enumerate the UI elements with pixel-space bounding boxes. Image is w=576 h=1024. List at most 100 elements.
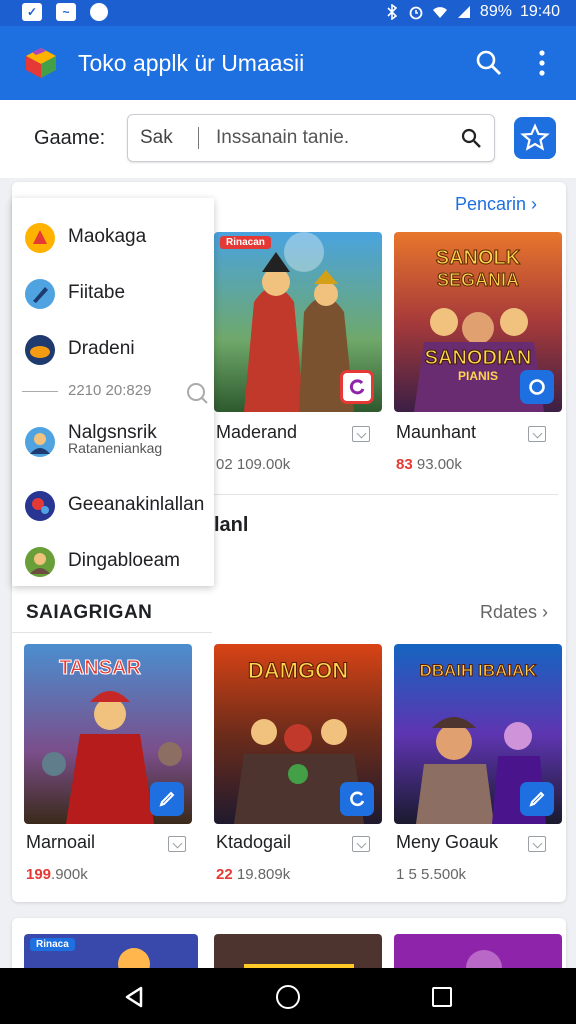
search-box[interactable]: Inssanain tanie. (127, 114, 495, 162)
sync-notification-icon (90, 3, 108, 21)
meta-downloads: 1 5 5.500k (396, 866, 467, 883)
tag-icon (25, 223, 55, 253)
game-name-maunhant[interactable]: Maunhant (396, 422, 476, 443)
menu-item-fiitabe[interactable]: Fiitabe (12, 268, 214, 318)
chart-notification-icon: ~ (56, 3, 76, 21)
pencil-icon (25, 279, 55, 309)
meta-downloads: 02 109.00k (216, 456, 291, 473)
game-name-maderand[interactable]: Maderand (216, 422, 297, 443)
tile-options-icon[interactable] (528, 426, 546, 442)
svg-text:SANODIAN: SANODIAN (425, 347, 532, 369)
planet-icon (25, 491, 55, 521)
game-meta-maderand: 02 109.00k (216, 456, 290, 473)
svg-text:SEGANIA: SEGANIA (437, 270, 519, 290)
search-icon[interactable] (474, 48, 504, 78)
tile-options-icon[interactable] (352, 426, 370, 442)
menu-item-nalgsnsrik[interactable]: Nalgsnsrik Rataneniankag (12, 416, 214, 466)
menu-item-label: Dradeni (68, 338, 135, 359)
more-link-label: Rdates (480, 602, 538, 622)
menu-item-label: Geeanakinlallan (68, 494, 205, 515)
search-divider (198, 127, 199, 149)
divider (212, 494, 558, 495)
game-art-marnoail[interactable]: TANSAR (24, 644, 192, 824)
menu-item-dradeni[interactable]: Dradeni (12, 324, 214, 374)
notification-icon: ✓ (22, 3, 42, 21)
more-link-section2[interactable]: Rdates › (480, 602, 548, 623)
game-meta-meny-goauk: 1 5 5.500k (396, 866, 466, 883)
more-link-label: Pencarin (455, 194, 527, 214)
meta-rating: 22 (216, 866, 233, 883)
meta-downloads: 93.00k (416, 456, 462, 473)
art-title: TANSAR (59, 657, 141, 679)
svg-text:SANOLK: SANOLK (436, 247, 521, 269)
game-meta-ktadogail: 22 19.809k (216, 866, 290, 883)
refresh-icon (340, 370, 374, 404)
character-icon (25, 547, 55, 577)
bluetooth-icon (387, 4, 398, 20)
favorite-filter-button[interactable] (514, 117, 556, 159)
clock: 19:40 (519, 3, 560, 20)
search-field-icon[interactable] (460, 127, 482, 149)
alarm-icon (409, 6, 423, 20)
art-title: DBAIH IBAIAK (419, 661, 537, 680)
tile-options-icon[interactable] (168, 836, 186, 852)
divider (12, 632, 212, 633)
game-meta-marnoail: 199.900k (26, 866, 88, 883)
avatar-icon (25, 427, 55, 457)
game-art-meny-goauk[interactable]: DBAIH IBAIAK (394, 644, 562, 824)
refresh-icon (340, 782, 374, 816)
tile-options-icon[interactable] (352, 836, 370, 852)
game-icon (25, 335, 55, 365)
menu-item-geeanakinlallan[interactable]: Geeanakinlallan (12, 480, 214, 530)
menu-item-label: Maokaga (68, 226, 147, 247)
app-logo-icon (26, 48, 56, 78)
system-nav-bar (0, 968, 576, 1024)
filter-label: Gaame: (34, 127, 106, 149)
app-screen: ✓ ~ 89% 19:40 Toko applk ür Umaasii Gaam… (0, 0, 576, 1024)
tile-tag: Rinaca (30, 938, 75, 951)
section-heading-partial: lanl (214, 514, 249, 536)
pen-icon (150, 782, 184, 816)
game-art-ktadogail[interactable]: DAMGON (214, 644, 382, 824)
wifi-icon (432, 7, 447, 18)
menu-item-maokaga[interactable]: Maokaga (12, 212, 214, 262)
section-title: SAIAGRIGAN (26, 602, 153, 623)
art-title: DAMGON (248, 658, 348, 683)
home-icon[interactable] (276, 985, 300, 1009)
sync-icon (520, 370, 554, 404)
game-name-ktadogail[interactable]: Ktadogail (216, 832, 291, 853)
tile-tag: Rinacan (220, 236, 271, 249)
menu-item-label: Fiitabe (68, 282, 126, 303)
signal-icon (457, 6, 470, 18)
filter-row: Gaame: Inssanain tanie. (0, 100, 576, 178)
tile-options-icon[interactable] (528, 836, 546, 852)
game-name-marnoail[interactable]: Marnoail (26, 832, 95, 853)
meta-rating: 83 (396, 456, 413, 473)
status-bar: ✓ ~ 89% 19:40 (0, 0, 576, 26)
meta-downloads: 19.809k (236, 866, 291, 883)
game-art-maderand[interactable]: Rinacan (214, 232, 382, 412)
category-menu: Maokaga Fiitabe Dradeni 2210 20:829 Nalg… (12, 198, 214, 586)
meta-rating: 199 (26, 866, 52, 883)
meta-downloads: .900k (51, 866, 88, 883)
menu-item-label: Dingabloeam (68, 550, 180, 571)
menu-item-dingabloeam[interactable]: Dingabloeam (12, 536, 214, 586)
app-title: Toko applk ür Umaasii (78, 50, 305, 76)
game-name-meny-goauk[interactable]: Meny Goauk (396, 832, 498, 853)
star-icon (520, 123, 550, 151)
svg-text:PIANIS: PIANIS (458, 369, 498, 383)
search-history-icon[interactable] (184, 380, 210, 406)
pen-icon (520, 782, 554, 816)
recent-apps-icon[interactable] (432, 987, 452, 1007)
game-meta-maunhant: 83 93.00k (396, 456, 462, 473)
app-bar: Toko applk ür Umaasii (0, 26, 576, 100)
game-art-maunhant[interactable]: SANOLK SEGANIA SANODIAN PIANIS (394, 232, 562, 412)
overflow-menu-icon[interactable] (530, 48, 554, 78)
menu-date-row: 2210 20:829 (22, 382, 214, 404)
battery-level: 89% (479, 3, 512, 20)
search-placeholder: Inssanain tanie. (216, 127, 350, 148)
menu-item-sublabel: Rataneniankag (68, 440, 163, 456)
back-icon[interactable] (122, 985, 146, 1009)
more-link-featured[interactable]: Pencarin › (455, 194, 537, 215)
divider (22, 391, 58, 392)
